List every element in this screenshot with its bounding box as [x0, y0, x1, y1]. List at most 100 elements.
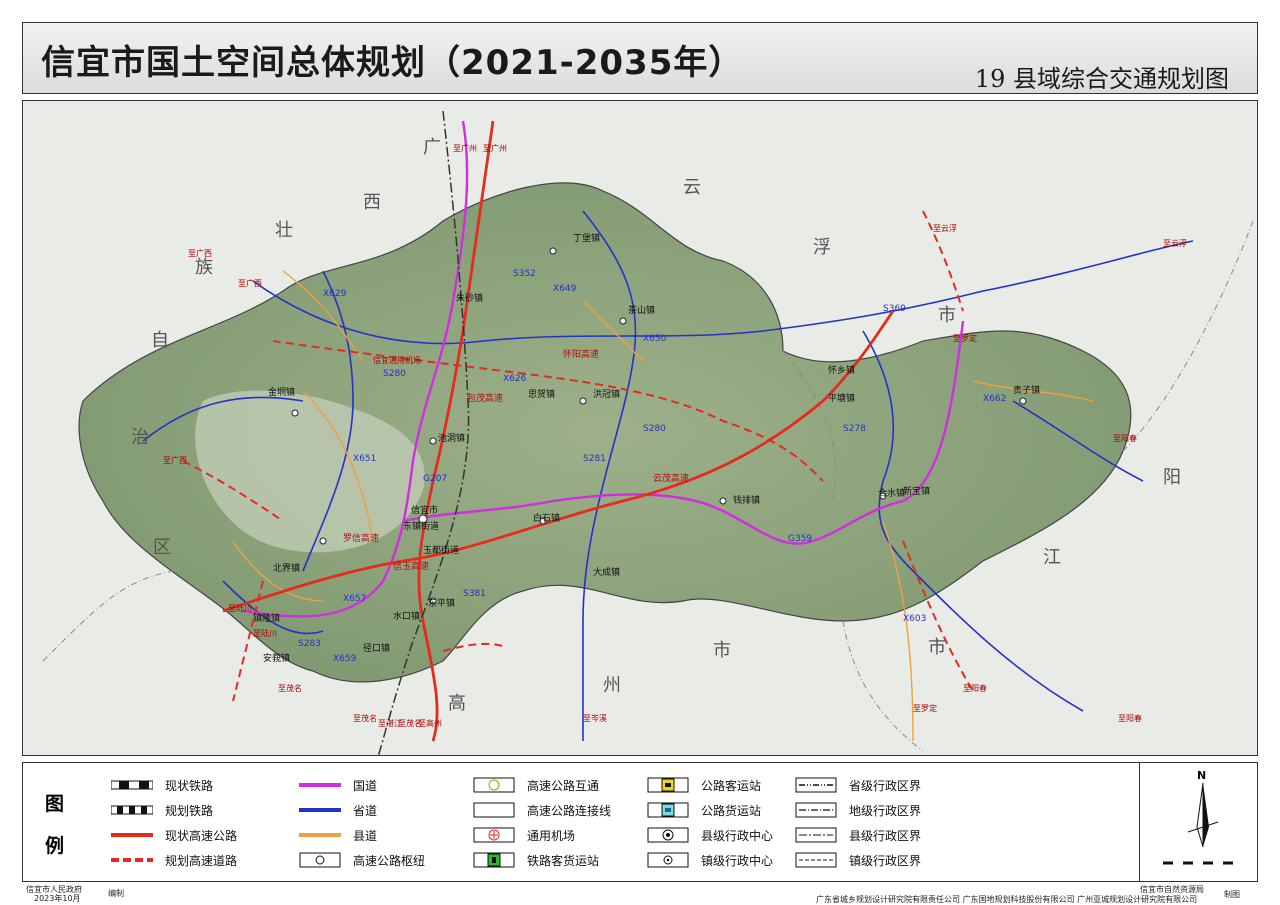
road-label: S280	[383, 369, 406, 379]
town-label: 贵子镇	[1013, 384, 1040, 396]
legend-item-airport: 通用机场	[473, 825, 575, 845]
rail-plan-symbol	[111, 802, 153, 818]
north-label: N	[1197, 769, 1206, 782]
legend-item-expressway-hub: 高速公路枢纽	[299, 850, 425, 870]
road-label: S352	[513, 269, 536, 279]
direction-label: 至罗定	[953, 333, 977, 343]
road-label: G207	[423, 474, 447, 484]
footer-make: 制图	[1224, 890, 1240, 899]
town-label: 镇隆镇	[253, 612, 280, 624]
legend-item-interchange: 高速公路互通	[473, 775, 599, 795]
town-label: 新宝镇	[903, 485, 930, 497]
town-label: 安莪镇	[263, 652, 290, 664]
county-boundary-symbol	[795, 827, 837, 843]
legend-item-county-boundary: 县级行政区界	[795, 825, 921, 845]
road-label: S283	[298, 639, 321, 649]
region-char: 西	[363, 192, 381, 213]
direction-label: 至陆川	[253, 628, 277, 638]
region-char: 高	[448, 693, 466, 714]
town-label: 东平镇	[428, 597, 455, 609]
direction-label: 至高州	[418, 718, 442, 728]
direction-label: 至阳春	[963, 683, 987, 693]
expressway-label: 包茂高速	[467, 392, 503, 404]
legend-item-expressway-plan: 规划高速道路	[111, 850, 237, 870]
expressway-hub-symbol	[299, 852, 341, 868]
rail-current-symbol	[111, 777, 153, 793]
direction-label: 至茂名	[353, 713, 377, 723]
legend-item-connector: 高速公路连接线	[473, 800, 611, 820]
direction-label: 至阳春	[1113, 433, 1137, 443]
expressway-label: 罗信高速	[343, 532, 379, 544]
north-arrow: N	[1163, 767, 1243, 877]
road-label: X629	[323, 289, 347, 299]
direction-label: 至陆川	[228, 603, 252, 613]
direction-label: 至阳春	[1118, 713, 1142, 723]
expressway-label: 云茂高速	[653, 472, 689, 484]
region-char: 云	[683, 177, 701, 198]
region-char: 江	[1043, 547, 1061, 568]
city-boundary-symbol	[795, 802, 837, 818]
footer-compile: 编制	[108, 889, 124, 898]
legend-item-provincial-road: 省道	[299, 800, 377, 820]
region-char: 自	[151, 330, 169, 351]
legend-item-county-center: 县级行政中心	[647, 825, 773, 845]
map-title: 信宜市国土空间总体规划（2021-2035年）	[41, 43, 744, 83]
road-label: X626	[503, 374, 527, 384]
footer-units: 广东省城乡规划设计研究院有限责任公司 广东国地规划科技股份有限公司 广州亚城规划…	[816, 895, 1198, 904]
legend-item-city-boundary: 地级行政区界	[795, 800, 921, 820]
road-label: S278	[843, 424, 866, 434]
legend-item-town-center: 镇级行政中心	[647, 850, 773, 870]
town-label: 东镇街道	[403, 520, 439, 532]
town-label: 白石镇	[533, 512, 560, 524]
legend-item-rail-station: 铁路客货运站	[473, 850, 599, 870]
road-label: X650	[643, 334, 667, 344]
legend-panel: 图 例 现状铁路 规划铁路 现状高速公路 规划高速道路 国道 省道 县道 高速公…	[22, 762, 1258, 882]
road-label: X657	[343, 594, 366, 604]
county-road-symbol	[299, 827, 341, 843]
town-label: 思贺镇	[528, 388, 555, 400]
town-label: 朱砂镇	[456, 292, 483, 304]
region-char: 阳	[1163, 467, 1181, 488]
legend-item-freight-station: 公路货运站	[647, 800, 761, 820]
region-char: 浮	[813, 237, 831, 258]
town-label: 玉都街道	[423, 544, 459, 556]
town-label: 平塘镇	[828, 392, 855, 404]
region-char: 市	[938, 305, 956, 326]
road-label: X651	[353, 454, 376, 464]
town-label: 径口镇	[363, 642, 390, 654]
provincial-road-symbol	[299, 802, 341, 818]
county-center-icon	[647, 827, 689, 843]
road-label: S281	[583, 454, 606, 464]
direction-label: 至云浮	[933, 223, 957, 233]
region-char: 族	[195, 257, 213, 278]
road-label: X649	[553, 284, 577, 294]
direction-label: 至广西	[163, 455, 187, 465]
connector-symbol	[473, 802, 515, 818]
rail-station-icon	[473, 852, 515, 868]
town-label: 金垌镇	[268, 386, 295, 398]
freight-station-icon	[647, 802, 689, 818]
expressway-plan-symbol	[111, 852, 153, 868]
legend-title-char: 例	[45, 835, 65, 857]
footer-date: 2023年10月	[34, 894, 81, 903]
region-char: 治	[131, 427, 149, 448]
direction-label: 至云浮	[1163, 238, 1187, 248]
town-center-icon	[647, 852, 689, 868]
town-label: 合水镇	[878, 487, 905, 499]
bus-station-icon	[647, 777, 689, 793]
footer-bureau: 信宜市自然资源局	[1140, 885, 1204, 894]
interchange-symbol	[473, 777, 515, 793]
direction-label: 至广州	[483, 143, 507, 153]
town-boundary-symbol	[795, 852, 837, 868]
prov-boundary-symbol	[795, 777, 837, 793]
national-road-symbol	[299, 777, 341, 793]
legend-item-town-boundary: 镇级行政区界	[795, 850, 921, 870]
town-label: 水口镇	[393, 610, 420, 622]
direction-label: 至广州	[453, 143, 477, 153]
legend-item-rail-current: 现状铁路	[111, 775, 213, 795]
town-label: 钱排镇	[733, 494, 760, 506]
expressway-label: 怀阳高速	[563, 348, 599, 360]
direction-label: 至广西	[188, 248, 212, 258]
legend-item-bus-station: 公路客运站	[647, 775, 761, 795]
expressway-current-symbol	[111, 827, 153, 843]
